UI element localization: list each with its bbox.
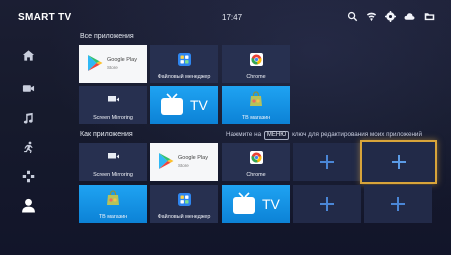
home-icon[interactable] xyxy=(18,45,38,65)
brand-title: SMART TV xyxy=(18,12,72,23)
plus-icon xyxy=(320,155,334,169)
app-label: Файловый менеджер xyxy=(157,214,211,220)
my-app-tile-tv-store[interactable]: TB магазин xyxy=(79,185,147,223)
video-icon[interactable] xyxy=(18,78,38,98)
my-app-tile-screen-mirroring[interactable]: Screen Mirroring xyxy=(79,143,147,181)
tv-app-name: TV xyxy=(262,196,280,212)
hint-text-before: Нажмите на xyxy=(226,131,262,138)
store-bag-icon xyxy=(250,91,262,106)
google-play-name: Google Play xyxy=(107,57,137,63)
app-label: Файловый менеджер xyxy=(157,74,211,80)
all-apps-title: Все приложения xyxy=(80,33,134,40)
menu-key-badge: МЕНЮ xyxy=(263,131,290,140)
file-manager-icon xyxy=(177,193,191,206)
app-tile-file-manager[interactable]: Файловый менеджер xyxy=(150,45,218,83)
app-tile-tv[interactable]: TV xyxy=(150,86,218,124)
google-play-icon xyxy=(88,55,103,71)
plus-icon xyxy=(391,197,405,211)
app-tile-tv-store[interactable]: TB магазин xyxy=(222,86,290,124)
google-play-label: Google Play Store xyxy=(178,155,208,169)
my-app-tile-chrome[interactable]: Chrome xyxy=(222,143,290,181)
my-app-tile-tv[interactable]: TV xyxy=(222,185,290,223)
sport-icon[interactable] xyxy=(18,137,38,157)
cloud-icon[interactable] xyxy=(402,9,416,23)
add-app-slot[interactable] xyxy=(293,143,361,181)
chrome-icon xyxy=(249,151,263,164)
app-tile-google-play[interactable]: Google Play Store xyxy=(79,45,147,83)
screen-mirroring-icon xyxy=(107,153,119,159)
clock: 17:47 xyxy=(222,13,243,22)
tv-home-screen: SMART TV 17:47 Все приложения Google Pla… xyxy=(0,0,451,255)
store-bag-icon xyxy=(107,190,119,205)
google-play-sub: Store xyxy=(178,163,189,168)
music-icon[interactable] xyxy=(18,108,38,128)
add-app-slot[interactable] xyxy=(293,185,361,223)
google-play-name: Google Play xyxy=(178,155,208,161)
tv-app-name: TV xyxy=(190,97,208,113)
google-play-label: Google Play Store xyxy=(107,57,137,71)
folder-icon[interactable] xyxy=(422,9,436,23)
settings-icon[interactable] xyxy=(383,9,397,23)
profile-icon[interactable] xyxy=(18,195,38,215)
my-app-tile-file-manager[interactable]: Файловый менеджер xyxy=(150,185,218,223)
add-app-slot[interactable] xyxy=(364,185,432,223)
hint-text-after: ключ для редактирования моих приложений xyxy=(292,131,422,138)
menu-key-hint: Нажмите на МЕНЮ ключ для редактирования … xyxy=(226,131,422,140)
search-icon[interactable] xyxy=(345,9,359,23)
app-label: TB магазин xyxy=(98,214,128,220)
signal-icon[interactable] xyxy=(364,9,378,23)
screen-mirroring-icon xyxy=(107,96,119,102)
app-tile-chrome[interactable]: Chrome xyxy=(222,45,290,83)
chrome-icon xyxy=(249,53,263,66)
app-label: Chrome xyxy=(246,172,266,178)
add-app-slot-focused[interactable] xyxy=(360,140,437,184)
my-apps-title: Как приложения xyxy=(80,131,133,138)
app-label: Screen Mirroring xyxy=(93,115,133,121)
file-manager-icon xyxy=(177,53,191,66)
tv-icon xyxy=(161,93,183,115)
plus-icon xyxy=(320,197,334,211)
my-app-tile-google-play[interactable]: Google Play Store xyxy=(150,143,218,181)
app-label: Chrome xyxy=(246,74,266,80)
app-tile-screen-mirroring[interactable]: Screen Mirroring xyxy=(79,86,147,124)
games-icon[interactable] xyxy=(18,166,38,186)
tv-icon xyxy=(233,192,255,214)
app-label: Screen Mirroring xyxy=(93,172,133,178)
app-label: TB магазин xyxy=(241,115,271,121)
plus-icon xyxy=(391,155,406,169)
top-bar: SMART TV 17:47 xyxy=(0,0,451,34)
google-play-icon xyxy=(159,153,174,169)
google-play-sub: Store xyxy=(107,65,118,70)
